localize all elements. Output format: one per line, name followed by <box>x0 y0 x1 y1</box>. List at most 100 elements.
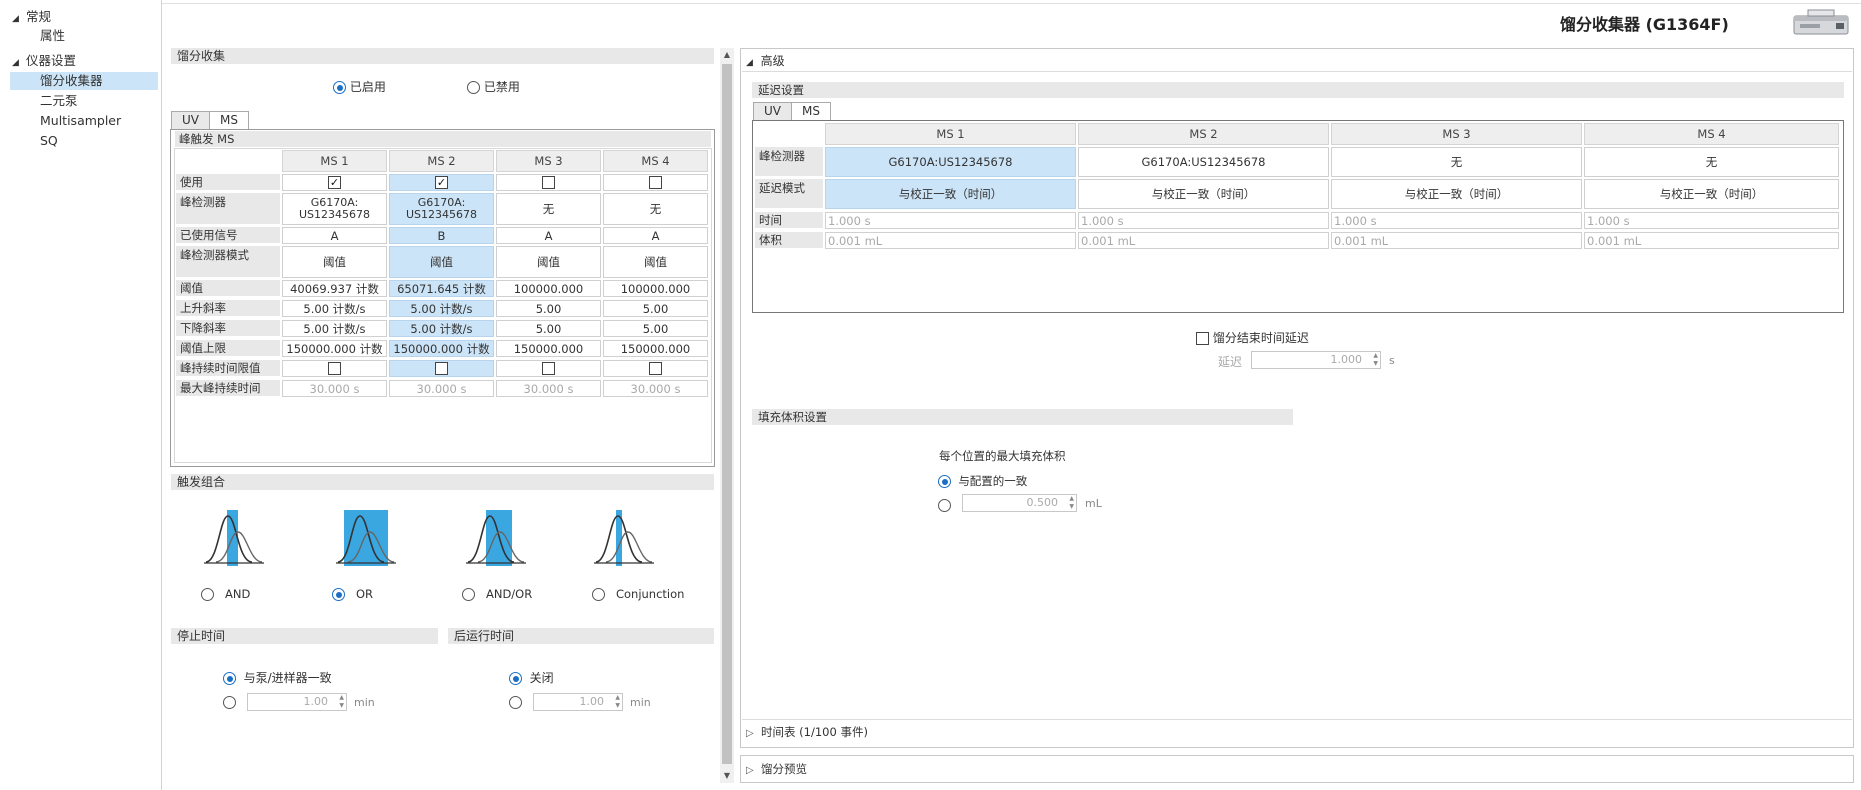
vertical-scrollbar[interactable]: ▲ ▼ <box>720 48 734 783</box>
nav-group-instrument[interactable]: ◢ 仪器设置 <box>12 52 152 70</box>
duration-limit-checkbox[interactable] <box>649 362 662 375</box>
enabled-radio[interactable] <box>333 81 346 94</box>
expand-triangle-icon[interactable]: ▷ <box>746 728 754 739</box>
upper-limit-cell[interactable]: 150000.000 <box>496 340 601 357</box>
post-time-off-option[interactable]: 关闭 <box>509 669 554 686</box>
delay-mode-cell[interactable]: 与校正一致（时间） <box>1331 179 1582 209</box>
combo-conjunction-radio[interactable] <box>592 588 605 601</box>
nav-item-multisampler[interactable]: Multisampler <box>40 112 160 130</box>
use-checkbox[interactable] <box>649 176 662 189</box>
duration-limit-cell[interactable] <box>603 360 708 377</box>
upslope-cell[interactable]: 5.00 <box>496 300 601 317</box>
use-checkbox[interactable]: ✓ <box>328 176 341 189</box>
fill-volume-input[interactable]: 0.500 ▲ ▼ <box>962 494 1077 512</box>
combo-or-option[interactable]: OR <box>332 587 373 601</box>
combo-and-radio[interactable] <box>201 588 214 601</box>
threshold-cell[interactable]: 100000.000 <box>496 280 601 297</box>
disabled-option[interactable]: 已禁用 <box>467 78 520 95</box>
nav-item-binary-pump[interactable]: 二元泵 <box>40 92 160 110</box>
use-cell[interactable]: ✓ <box>389 174 494 191</box>
combo-and-option[interactable]: AND <box>201 587 250 601</box>
duration-limit-checkbox[interactable] <box>435 362 448 375</box>
mode-cell[interactable]: 阈值 <box>389 246 494 278</box>
delay-mode-cell[interactable]: 与校正一致（时间） <box>1078 179 1329 209</box>
tab-ms[interactable]: MS <box>209 111 249 129</box>
tab-uv[interactable]: UV <box>753 102 792 120</box>
upslope-cell[interactable]: 5.00 <box>603 300 708 317</box>
upslope-cell[interactable]: 5.00 计数/s <box>389 300 494 317</box>
threshold-cell[interactable]: 40069.937 计数 <box>282 280 387 297</box>
spinner-arrows-icon[interactable]: ▲ ▼ <box>1069 495 1074 511</box>
combo-or-radio[interactable] <box>332 588 345 601</box>
post-time-custom-radio[interactable] <box>509 696 522 709</box>
downslope-cell[interactable]: 5.00 计数/s <box>389 320 494 337</box>
scroll-up-icon[interactable]: ▲ <box>720 48 734 62</box>
delay-detector-cell[interactable]: 无 <box>1584 147 1839 177</box>
collapse-triangle-icon[interactable]: ◢ <box>746 58 753 68</box>
downslope-cell[interactable]: 5.00 计数/s <box>282 320 387 337</box>
stop-time-pump-option[interactable]: 与泵/进样器一致 <box>223 669 332 686</box>
threshold-cell[interactable]: 100000.000 <box>603 280 708 297</box>
spinner-arrows-icon[interactable]: ▲ ▼ <box>615 694 620 710</box>
signal-cell[interactable]: A <box>496 227 601 244</box>
enabled-option[interactable]: 已启用 <box>333 78 386 95</box>
advanced-header[interactable]: ◢ 高级 <box>746 52 785 69</box>
use-checkbox[interactable]: ✓ <box>435 176 448 189</box>
upper-limit-cell[interactable]: 150000.000 计数 <box>282 340 387 357</box>
spinner-arrows-icon[interactable]: ▲ ▼ <box>1373 352 1378 368</box>
upslope-cell[interactable]: 5.00 计数/s <box>282 300 387 317</box>
nav-item-properties[interactable]: 属性 <box>40 27 160 45</box>
fill-custom-option[interactable] <box>938 498 951 512</box>
detector-cell[interactable]: 无 <box>603 193 708 225</box>
signal-cell[interactable]: B <box>389 227 494 244</box>
upper-limit-cell[interactable]: 150000.000 <box>603 340 708 357</box>
use-cell[interactable]: ✓ <box>282 174 387 191</box>
delay-detector-cell[interactable]: 无 <box>1331 147 1582 177</box>
stop-time-custom-radio[interactable] <box>223 696 236 709</box>
spinner-arrows-icon[interactable]: ▲ ▼ <box>339 694 344 710</box>
collapse-triangle-icon[interactable]: ◢ <box>12 54 26 72</box>
fill-configured-option[interactable]: 与配置的一致 <box>938 473 1027 489</box>
upper-limit-cell[interactable]: 150000.000 计数 <box>389 340 494 357</box>
downslope-cell[interactable]: 5.00 <box>603 320 708 337</box>
nav-group-general[interactable]: ◢ 常规 <box>12 8 152 26</box>
duration-limit-cell[interactable] <box>496 360 601 377</box>
expand-triangle-icon[interactable]: ▷ <box>746 765 754 776</box>
mode-cell[interactable]: 阈值 <box>603 246 708 278</box>
stop-time-pump-radio[interactable] <box>223 672 236 685</box>
scroll-down-icon[interactable]: ▼ <box>720 769 734 783</box>
delay-input[interactable]: 1.000 ▲ ▼ <box>1251 351 1381 369</box>
delay-detector-cell[interactable]: G6170A:US12345678 <box>825 147 1076 177</box>
combo-andor-radio[interactable] <box>462 588 475 601</box>
threshold-cell[interactable]: 65071.645 计数 <box>389 280 494 297</box>
combo-andor-option[interactable]: AND/OR <box>462 587 532 601</box>
use-checkbox[interactable] <box>542 176 555 189</box>
tab-uv[interactable]: UV <box>171 111 210 129</box>
detector-cell[interactable]: G6170A: US12345678 <box>389 193 494 225</box>
end-delay-option[interactable]: 馏分结束时间延迟 <box>1196 329 1309 346</box>
end-delay-checkbox[interactable] <box>1196 332 1209 345</box>
duration-limit-cell[interactable] <box>282 360 387 377</box>
scrollbar-thumb[interactable] <box>722 64 732 764</box>
nav-item-fraction-collector[interactable]: 馏分收集器 <box>10 72 158 90</box>
mode-cell[interactable]: 阈值 <box>496 246 601 278</box>
delay-detector-cell[interactable]: G6170A:US12345678 <box>1078 147 1329 177</box>
signal-cell[interactable]: A <box>603 227 708 244</box>
disabled-radio[interactable] <box>467 81 480 94</box>
use-cell[interactable] <box>496 174 601 191</box>
signal-cell[interactable]: A <box>282 227 387 244</box>
stop-time-input[interactable]: 1.00 ▲ ▼ <box>247 693 347 711</box>
fill-custom-radio[interactable] <box>938 499 951 512</box>
tab-ms[interactable]: MS <box>791 102 831 120</box>
collapse-triangle-icon[interactable]: ◢ <box>12 10 26 28</box>
combo-conjunction-option[interactable]: Conjunction <box>592 587 684 601</box>
delay-mode-cell[interactable]: 与校正一致（时间） <box>1584 179 1839 209</box>
post-time-custom-option[interactable] <box>509 695 522 709</box>
post-time-input[interactable]: 1.00 ▲ ▼ <box>533 693 623 711</box>
duration-limit-checkbox[interactable] <box>328 362 341 375</box>
stop-time-custom-option[interactable] <box>223 695 236 709</box>
detector-cell[interactable]: G6170A: US12345678 <box>282 193 387 225</box>
fill-configured-radio[interactable] <box>938 475 951 488</box>
post-time-off-radio[interactable] <box>509 672 522 685</box>
duration-limit-checkbox[interactable] <box>542 362 555 375</box>
